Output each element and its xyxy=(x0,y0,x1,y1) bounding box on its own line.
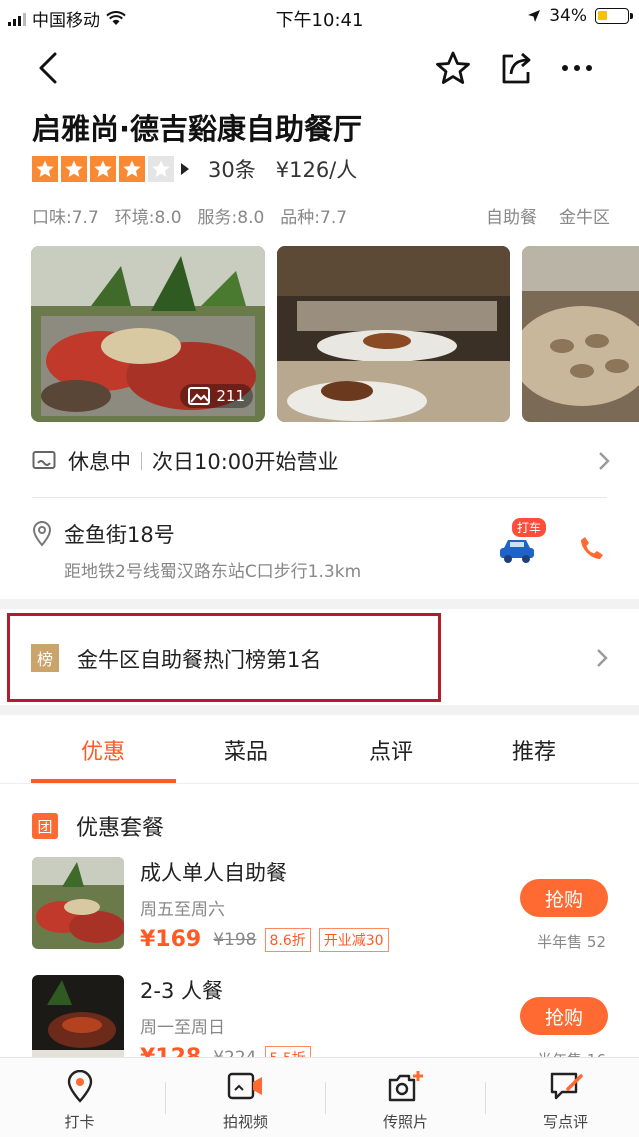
deal-name: 2-3 人餐 xyxy=(140,979,223,1003)
address-transit: 距地铁2号线蜀汉路东站C口步行1.3km xyxy=(64,562,362,582)
chevron-left-icon xyxy=(39,52,57,84)
star-filled-icon xyxy=(61,156,87,182)
camera-plus-icon xyxy=(388,1071,423,1102)
caret-right-icon xyxy=(181,163,189,175)
star-rating xyxy=(32,156,177,182)
tab-dishes[interactable]: 菜品 xyxy=(186,734,306,766)
nav-bar xyxy=(0,34,639,100)
photo-thumbnail[interactable] xyxy=(277,246,510,422)
price-per-person: ¥126/人 xyxy=(275,158,358,182)
food-photo xyxy=(522,246,639,422)
star-filled-icon xyxy=(90,156,116,182)
deal-thumbnail xyxy=(32,975,124,1067)
deal-thumbnail xyxy=(32,857,124,949)
food-photo xyxy=(277,246,510,422)
category-tag[interactable]: 自助餐 xyxy=(486,203,537,228)
location-pin-icon xyxy=(67,1070,92,1103)
section-gap xyxy=(0,705,639,715)
discount-tag: 8.6折 xyxy=(264,927,311,952)
back-button[interactable] xyxy=(26,46,70,90)
call-button[interactable] xyxy=(578,534,612,568)
photo-count-badge: 211 xyxy=(180,384,253,408)
taxi-button[interactable]: 打车 xyxy=(496,518,556,568)
more-dots-icon xyxy=(562,65,592,71)
buy-button[interactable]: 抢购 xyxy=(520,997,608,1035)
share-icon xyxy=(502,52,531,84)
deal-days: 周一至周日 xyxy=(140,1018,225,1038)
score-variety: 品种:7.7 xyxy=(280,208,348,228)
phone-icon xyxy=(581,537,603,559)
chevron-right-icon xyxy=(599,452,610,470)
score-service: 服务:8.0 xyxy=(197,208,265,228)
scores-row: 口味:7.7 环境:8.0 服务:8.0 品种:7.7 自助餐 金牛区 xyxy=(32,203,610,228)
battery-percent: 34% xyxy=(549,6,587,26)
video-camera-icon xyxy=(227,1072,262,1100)
more-button[interactable] xyxy=(555,46,599,90)
bottom-action-bar: 打卡 拍视频 传照片 写点评 xyxy=(0,1057,639,1137)
tab-deals[interactable]: 优惠 xyxy=(43,734,163,766)
check-in-button[interactable]: 打卡 xyxy=(0,1058,159,1137)
write-review-button[interactable]: 写点评 xyxy=(486,1058,639,1137)
buy-button[interactable]: 抢购 xyxy=(520,879,608,917)
score-taste: 口味:7.7 xyxy=(32,208,99,228)
ranking-row[interactable]: 榜 金牛区自助餐热门榜第1名 xyxy=(0,610,639,705)
record-video-label: 拍视频 xyxy=(222,1113,268,1131)
promo-tag: 开业减30 xyxy=(318,927,389,952)
ranking-badge: 榜 xyxy=(31,644,59,672)
chevron-right-icon xyxy=(597,649,608,667)
deals-section-header: 团 优惠套餐 xyxy=(32,810,164,842)
photo-count: 211 xyxy=(216,387,245,405)
taxi-badge: 打车 xyxy=(512,518,547,537)
divider xyxy=(141,452,142,470)
group-buy-icon: 团 xyxy=(32,813,58,839)
section-title: 优惠套餐 xyxy=(76,816,165,841)
star-outline-icon xyxy=(436,51,470,84)
star-filled-icon xyxy=(119,156,145,182)
deal-name: 成人单人自助餐 xyxy=(140,861,287,885)
sold-count: 半年售 52 xyxy=(537,933,606,951)
write-review-icon xyxy=(550,1072,583,1100)
deal-item[interactable]: 成人单人自助餐 周五至周六 ¥169 ¥198 8.6折 开业减30 抢购 半年… xyxy=(32,857,610,967)
record-video-button[interactable]: 拍视频 xyxy=(166,1058,325,1137)
star-empty-icon xyxy=(148,156,174,182)
photo-thumbnail[interactable]: 211 xyxy=(31,246,265,422)
rating-row[interactable]: 30条 ¥126/人 xyxy=(32,154,357,184)
tab-reviews[interactable]: 点评 xyxy=(331,734,451,766)
shop-closed-icon xyxy=(32,451,56,469)
star-filled-icon xyxy=(32,156,58,182)
upload-photo-label: 传照片 xyxy=(382,1113,428,1131)
shop-name: 启雅尚·德吉谿康自助餐厅 xyxy=(32,112,363,146)
score-environment: 环境:8.0 xyxy=(114,208,182,228)
status-bar: 中国移动 下午10:41 34% xyxy=(0,0,639,34)
tab-recommend[interactable]: 推荐 xyxy=(474,734,594,766)
address-street: 金鱼街18号 xyxy=(64,523,175,547)
deal-original-price: ¥198 xyxy=(213,929,257,950)
tab-bar: 优惠 菜品 点评 推荐 xyxy=(0,720,639,784)
hours-status: 休息中 xyxy=(68,450,131,474)
photo-thumbnail[interactable] xyxy=(522,246,639,422)
active-tab-indicator xyxy=(31,779,176,783)
favorite-button[interactable] xyxy=(431,46,475,90)
section-gap xyxy=(0,599,639,609)
location-arrow-icon xyxy=(528,10,541,22)
upload-photo-button[interactable]: 传照片 xyxy=(326,1058,485,1137)
image-icon xyxy=(188,387,211,405)
divider xyxy=(32,497,607,498)
review-count: 30条 xyxy=(208,158,256,182)
battery-icon xyxy=(595,8,633,24)
deal-price: ¥169 xyxy=(140,927,202,952)
ranking-text: 金牛区自助餐热门榜第1名 xyxy=(77,648,322,672)
next-open-time: 次日10:00开始营业 xyxy=(152,450,339,474)
location-pin-icon xyxy=(32,521,52,547)
district-tag[interactable]: 金牛区 xyxy=(559,203,610,228)
deal-days: 周五至周六 xyxy=(140,900,225,920)
business-hours-row[interactable]: 休息中 次日10:00开始营业 xyxy=(32,444,610,478)
share-button[interactable] xyxy=(494,46,538,90)
check-in-label: 打卡 xyxy=(64,1113,95,1131)
car-icon xyxy=(500,540,534,563)
write-review-label: 写点评 xyxy=(542,1113,588,1131)
